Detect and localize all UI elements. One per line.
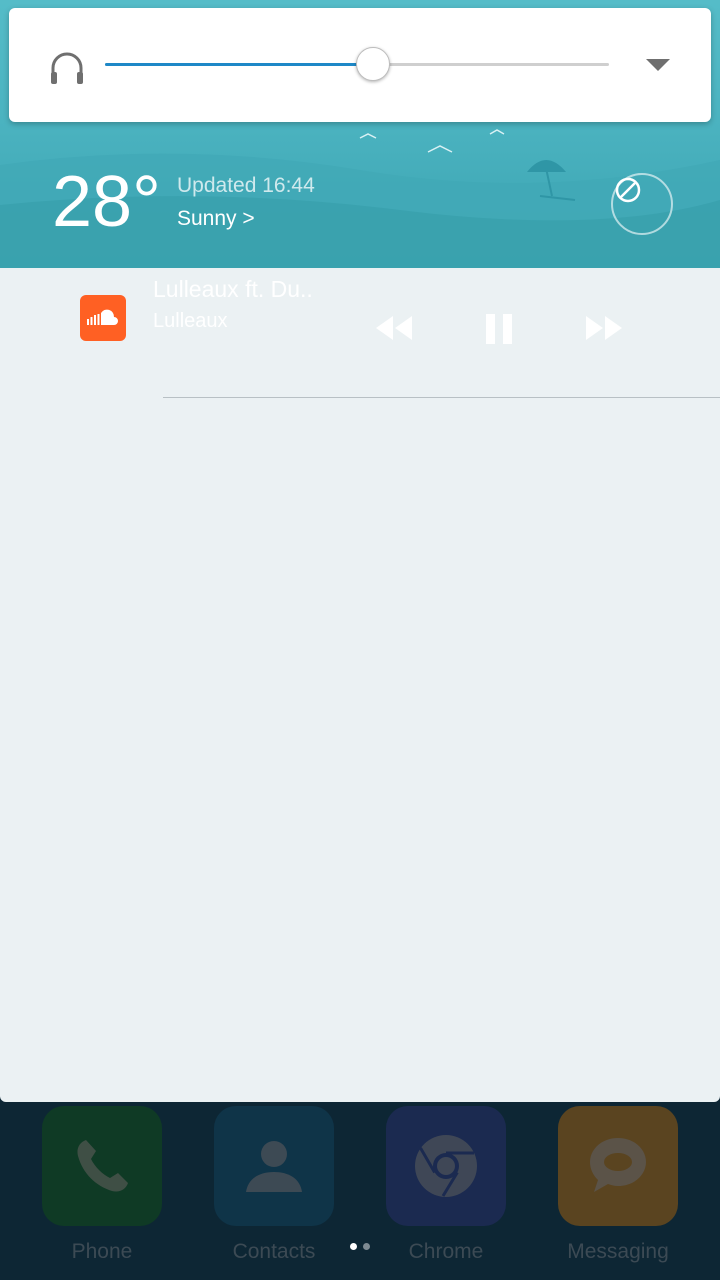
rewind-icon[interactable] <box>374 314 414 342</box>
track-title: Lulleaux ft. Du.. <box>153 276 313 302</box>
chrome-icon <box>415 1135 477 1197</box>
fast-forward-icon[interactable] <box>584 314 624 342</box>
dock-app-phone[interactable] <box>42 1106 162 1226</box>
headphones-icon <box>51 52 83 84</box>
dock-app-contacts[interactable] <box>214 1106 334 1226</box>
weather-updated-time: Updated 16:44 <box>177 174 315 197</box>
contacts-icon <box>246 1141 302 1192</box>
dock-label-chrome: Chrome <box>408 1240 484 1263</box>
pause-icon[interactable] <box>484 312 514 346</box>
do-not-disturb-button[interactable] <box>611 173 673 235</box>
phone-icon <box>77 1140 128 1192</box>
weather-condition-link[interactable]: Sunny > <box>177 207 255 231</box>
dock-label-messaging: Messaging <box>567 1240 669 1263</box>
notification-shade: Lulleaux ft. Du.. Lulleaux <box>0 268 720 1102</box>
soundcloud-icon <box>87 309 118 325</box>
volume-slider[interactable] <box>105 47 609 81</box>
chevron-down-icon[interactable] <box>645 56 671 74</box>
do-not-disturb-icon <box>615 177 641 203</box>
soundcloud-app-icon[interactable] <box>80 295 126 341</box>
volume-slider-fill <box>105 63 373 66</box>
dock-app-chrome[interactable] <box>386 1106 506 1226</box>
divider <box>163 397 720 398</box>
dock-app-messaging[interactable] <box>558 1106 678 1226</box>
page-indicator-active <box>350 1243 357 1250</box>
page-indicator <box>363 1243 370 1250</box>
temperature: 28° <box>52 162 161 242</box>
volume-panel <box>9 8 711 122</box>
dock-label-phone: Phone <box>71 1240 133 1263</box>
volume-slider-thumb[interactable] <box>356 47 391 81</box>
track-artist: Lulleaux <box>153 310 228 332</box>
messaging-icon <box>590 1138 646 1192</box>
dock-label-contacts: Contacts <box>232 1240 316 1263</box>
